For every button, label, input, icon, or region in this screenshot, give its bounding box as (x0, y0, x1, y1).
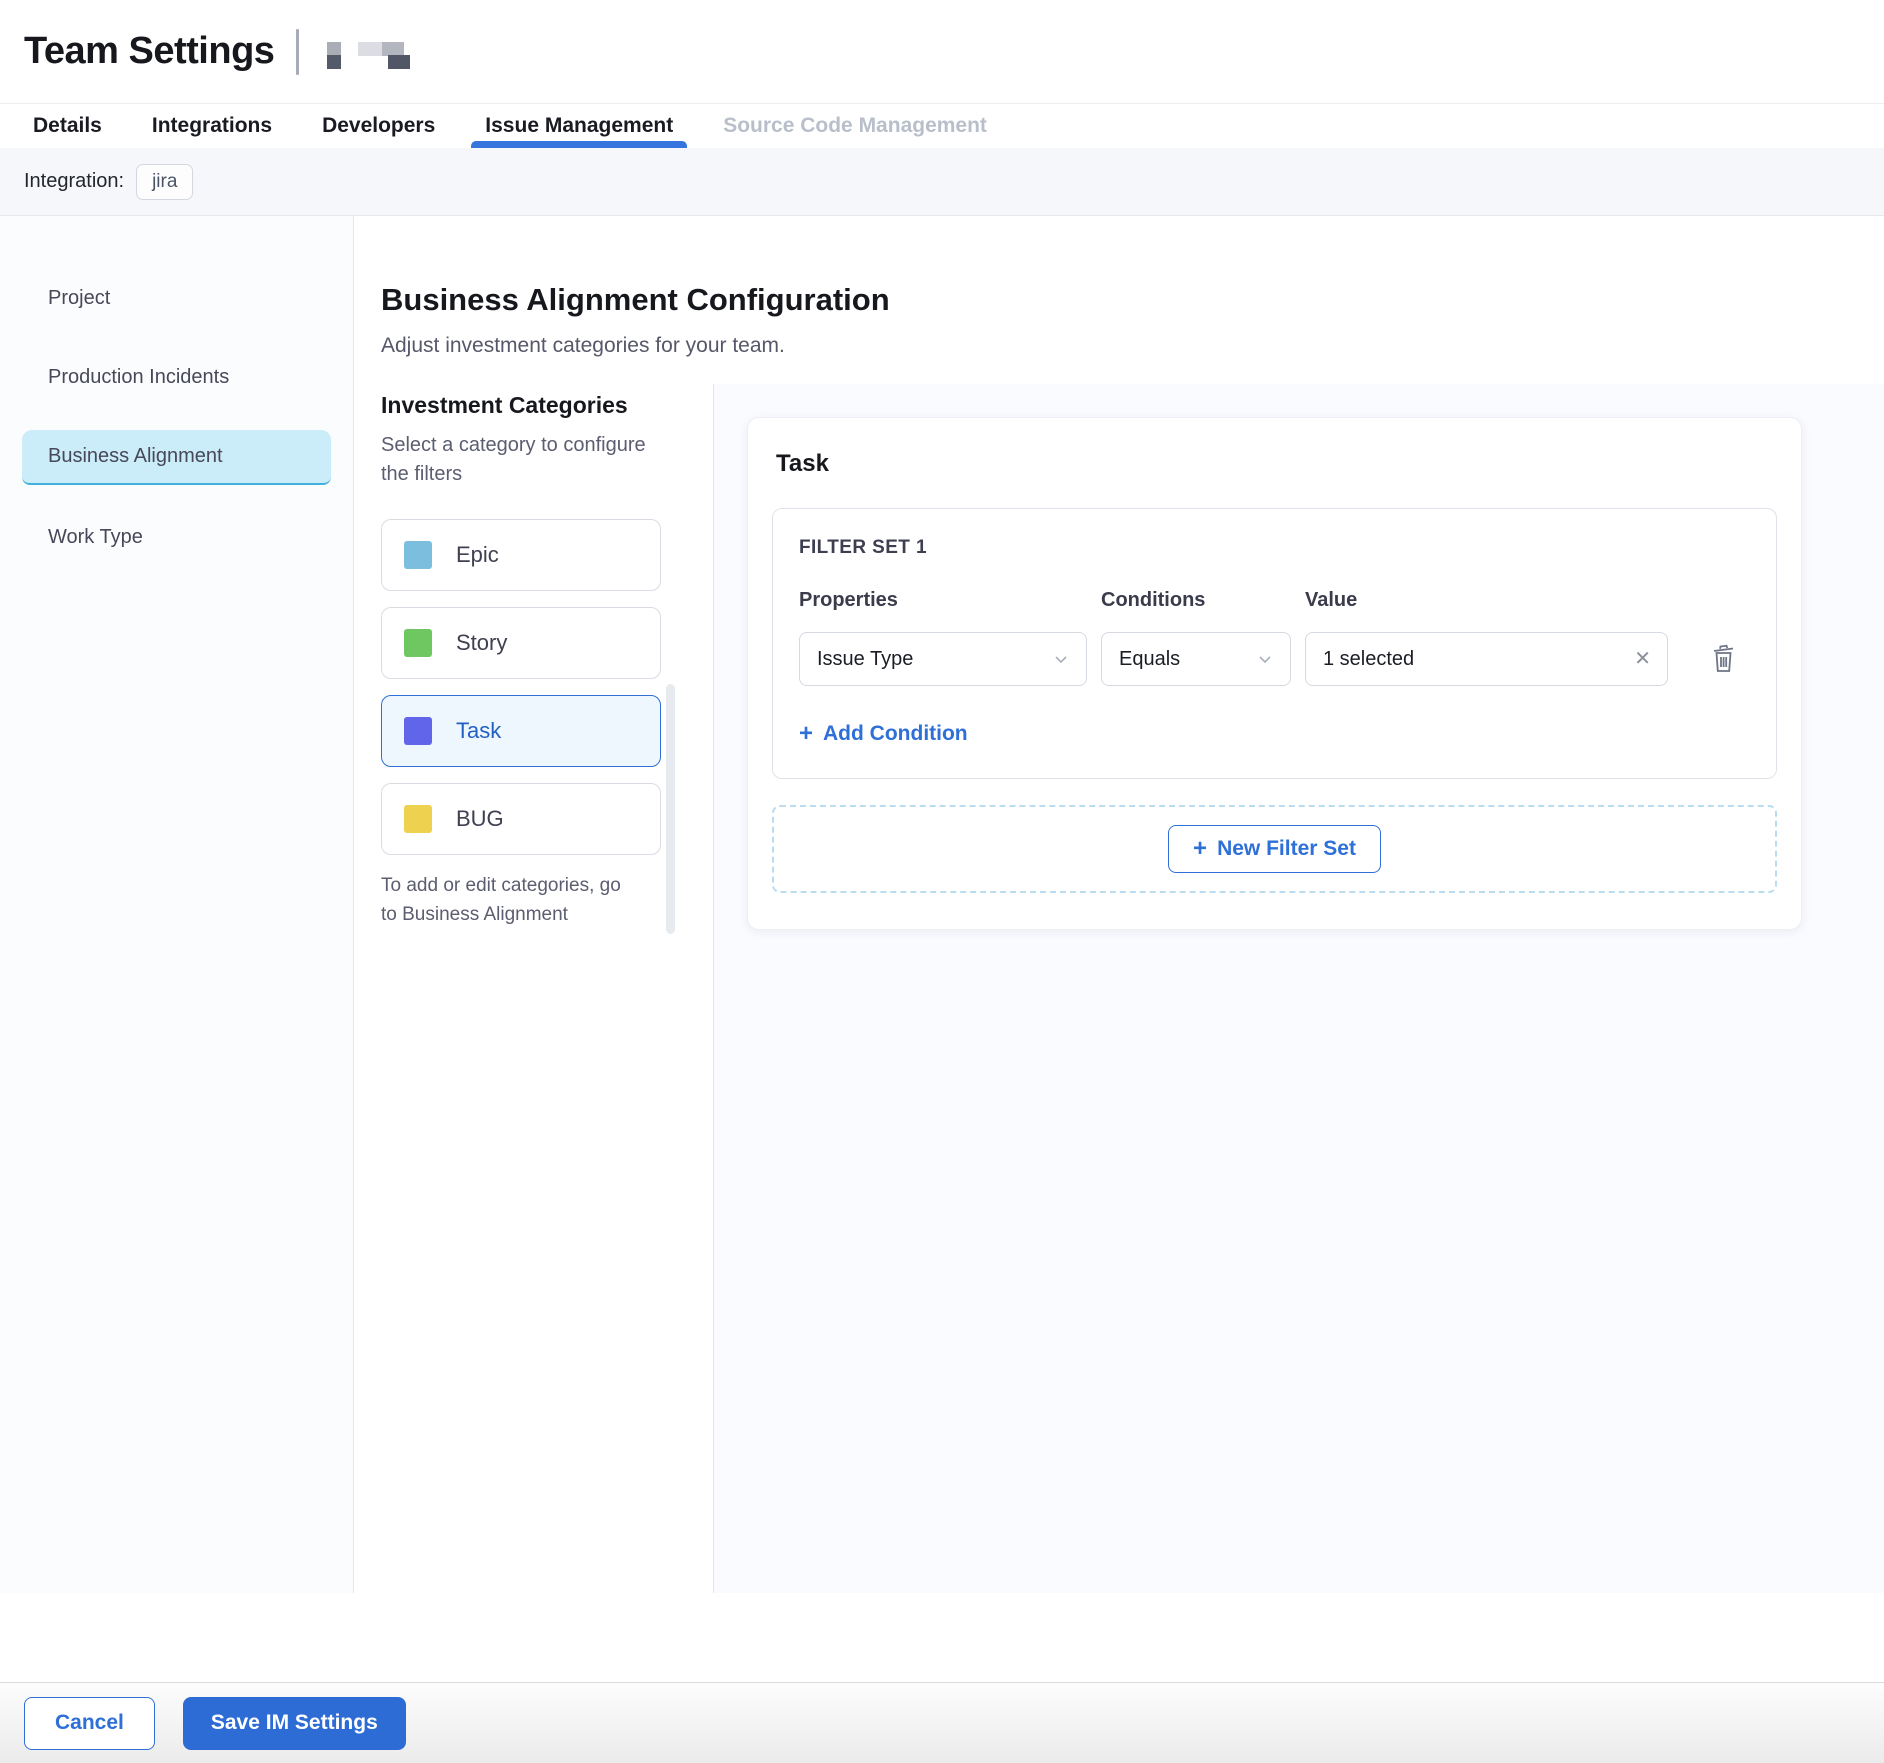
category-bug[interactable]: BUG (381, 783, 661, 855)
categories-heading: Investment Categories (381, 392, 713, 419)
filter-set-label: FILTER SET 1 (799, 537, 1750, 559)
condition-column-headers: Properties Conditions Value (799, 589, 1750, 612)
tab-source-code-management[interactable]: Source Code Management (723, 104, 987, 148)
bug-color-swatch (404, 805, 432, 833)
categories-description: Select a category to configure the filte… (381, 431, 649, 489)
epic-color-swatch (404, 541, 432, 569)
filter-card-title: Task (772, 450, 1777, 478)
filter-panel: Task FILTER SET 1 Properties Conditions … (714, 384, 1884, 1593)
tab-integrations[interactable]: Integrations (152, 104, 272, 148)
cancel-button[interactable]: Cancel (24, 1697, 155, 1750)
properties-column-header: Properties (799, 589, 1087, 612)
filter-set-1: FILTER SET 1 Properties Conditions Value… (772, 508, 1777, 779)
condition-select[interactable]: Equals (1101, 632, 1291, 686)
tab-issue-management[interactable]: Issue Management (485, 104, 673, 148)
page-title: Team Settings (24, 30, 274, 73)
category-story[interactable]: Story (381, 607, 661, 679)
plus-icon: + (1193, 837, 1207, 861)
tab-bar: Details Integrations Developers Issue Ma… (0, 103, 1884, 148)
new-filter-set-dropzone: + New Filter Set (772, 805, 1777, 893)
section-title: Business Alignment Configuration (381, 282, 1884, 318)
tab-details[interactable]: Details (33, 104, 102, 148)
tab-developers[interactable]: Developers (322, 104, 435, 148)
integration-badge: jira (136, 164, 193, 200)
section-header: Business Alignment Configuration Adjust … (354, 216, 1884, 384)
category-list: Epic Story Task BUG (381, 519, 661, 855)
sidebar-item-project[interactable]: Project (22, 272, 331, 325)
app-header: Team Settings (0, 0, 1884, 103)
integration-label: Integration: (24, 170, 124, 193)
story-color-swatch (404, 629, 432, 657)
task-color-swatch (404, 717, 432, 745)
redacted-team-name (327, 42, 487, 70)
category-task[interactable]: Task (381, 695, 661, 767)
sidebar-item-production-incidents[interactable]: Production Incidents (22, 351, 331, 404)
sidebar-item-work-type[interactable]: Work Type (22, 511, 331, 564)
footer-action-bar: Cancel Save IM Settings (0, 1682, 1884, 1763)
section-subtitle: Adjust investment categories for your te… (381, 334, 1884, 358)
active-tab-underline (471, 141, 687, 148)
save-im-settings-button[interactable]: Save IM Settings (183, 1697, 406, 1750)
value-column-header: Value (1305, 589, 1668, 612)
value-select[interactable]: 1 selected ✕ (1305, 632, 1668, 686)
title-separator (296, 29, 299, 75)
conditions-column-header: Conditions (1101, 589, 1291, 612)
chevron-down-icon (1256, 650, 1274, 668)
plus-icon: + (799, 722, 813, 746)
integration-strip: Integration: jira (0, 148, 1884, 216)
category-list-scrollbar[interactable] (666, 684, 675, 934)
settings-sidebar: Project Production Incidents Business Al… (0, 216, 354, 1593)
condition-row: Issue Type Equals 1 selected ✕ (799, 632, 1750, 686)
investment-categories-column: Investment Categories Select a category … (354, 384, 714, 1593)
categories-footnote: To add or edit categories, go to Busines… (381, 871, 637, 930)
add-condition-button[interactable]: + Add Condition (799, 722, 968, 746)
property-select[interactable]: Issue Type (799, 632, 1087, 686)
sidebar-item-business-alignment[interactable]: Business Alignment (22, 430, 331, 485)
clear-value-icon[interactable]: ✕ (1634, 649, 1651, 669)
footer-spacer (0, 1593, 1884, 1682)
new-filter-set-button[interactable]: + New Filter Set (1168, 825, 1381, 873)
task-filter-card: Task FILTER SET 1 Properties Conditions … (747, 417, 1802, 930)
chevron-down-icon (1052, 650, 1070, 668)
trash-icon[interactable] (1710, 644, 1737, 674)
category-epic[interactable]: Epic (381, 519, 661, 591)
